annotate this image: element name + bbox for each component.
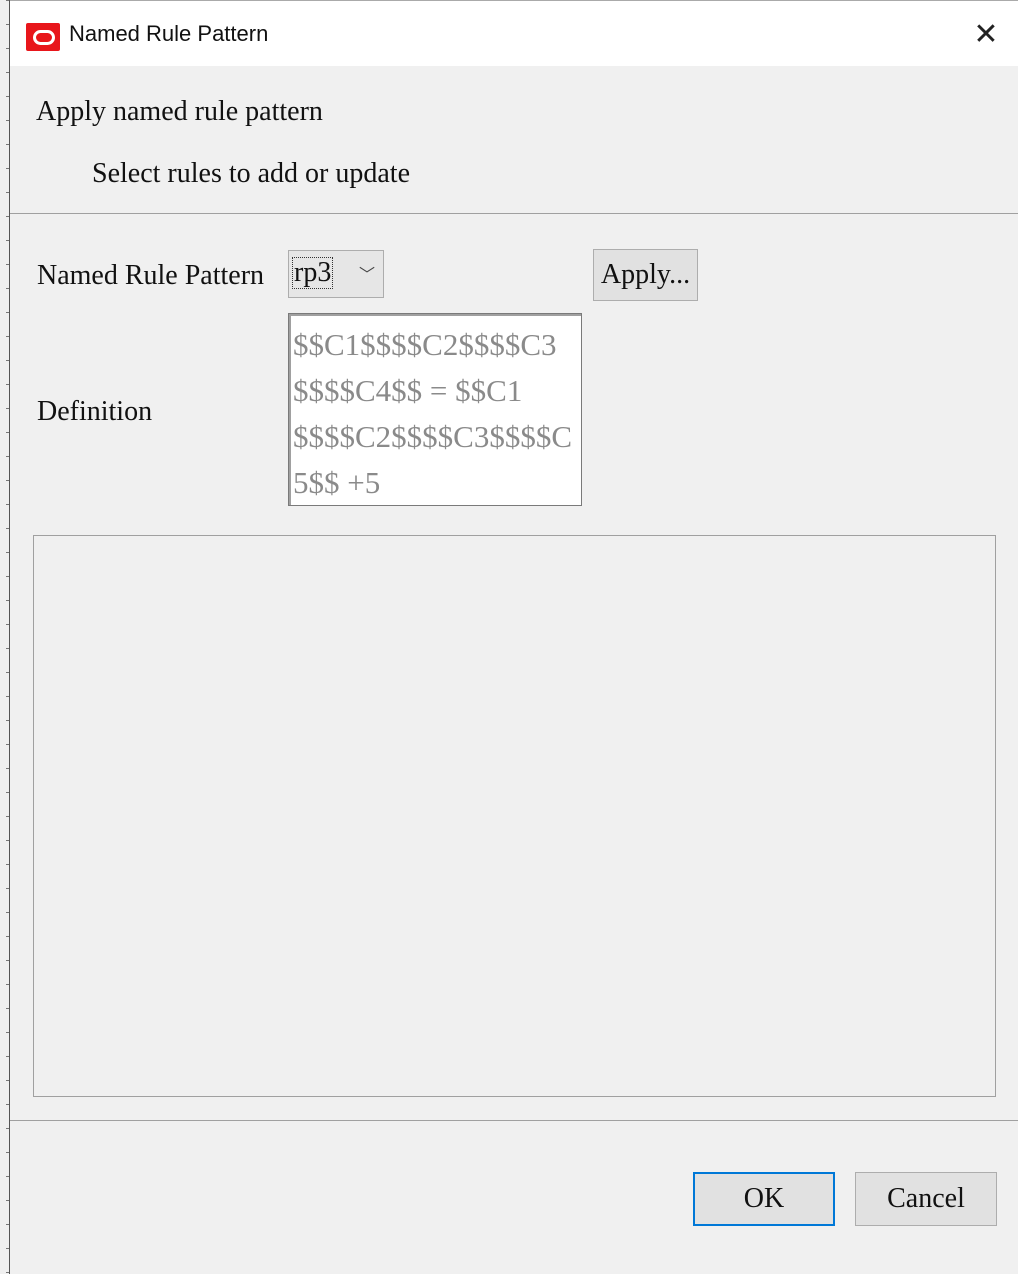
selected-pattern-value: rp3	[291, 257, 334, 289]
oracle-logo-icon	[26, 23, 60, 51]
background-ruler-ticks	[6, 0, 9, 1274]
rules-list-panel[interactable]	[33, 535, 996, 1097]
apply-button[interactable]: Apply...	[593, 249, 698, 301]
ok-button[interactable]: OK	[693, 1172, 835, 1226]
footer-divider	[10, 1120, 1018, 1121]
header-panel: Apply named rule pattern Select rules to…	[10, 66, 1018, 214]
header-title: Apply named rule pattern	[36, 96, 323, 127]
window-title: Named Rule Pattern	[69, 21, 269, 46]
definition-field[interactable]: $$C1$$$$C2$$$$C3$$$$C4$$ = $$C1$$$$C2$$$…	[288, 313, 582, 506]
definition-label: Definition	[37, 396, 153, 427]
cancel-button[interactable]: Cancel	[855, 1172, 997, 1226]
close-button[interactable]: ✕	[966, 15, 1006, 55]
title-bar: Named Rule Pattern ✕	[10, 0, 1018, 67]
chevron-down-icon: ﹀	[359, 265, 376, 284]
named-rule-pattern-select[interactable]: rp3 ﹀	[288, 250, 384, 298]
header-subtitle: Select rules to add or update	[92, 158, 411, 189]
background-window-edge	[0, 0, 10, 1274]
named-rule-pattern-label: Named Rule Pattern	[37, 260, 265, 291]
named-rule-pattern-dialog: Named Rule Pattern ✕ Apply named rule pa…	[0, 0, 1018, 1274]
